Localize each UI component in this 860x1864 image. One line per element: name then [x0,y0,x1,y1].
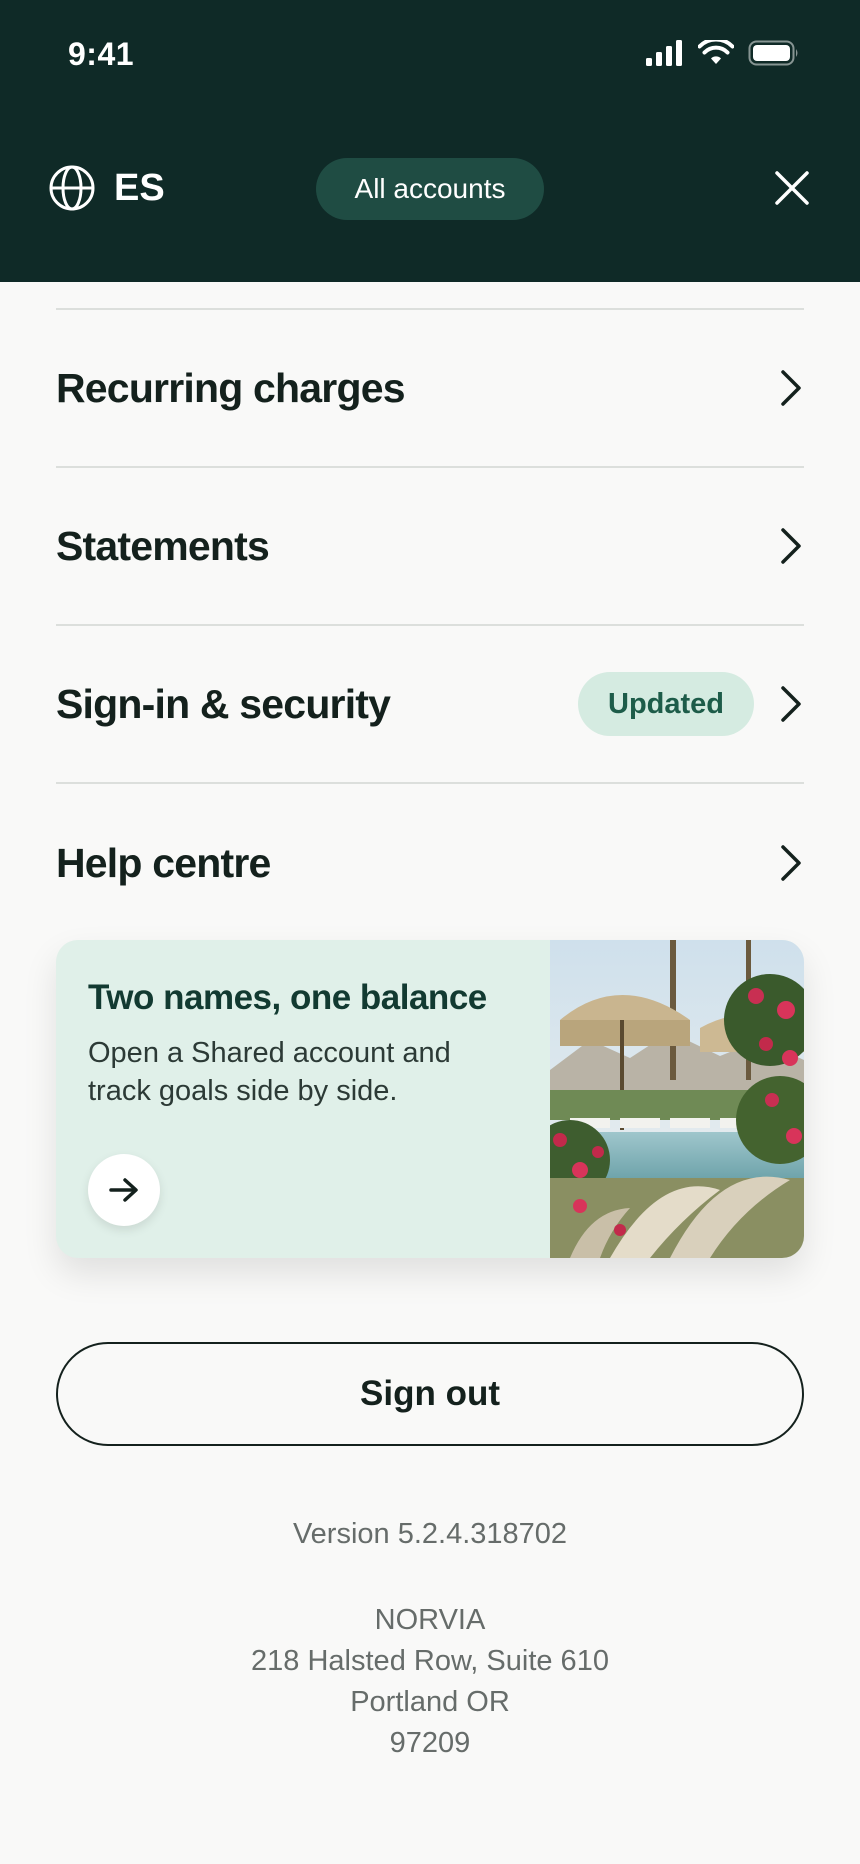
chevron-right-icon [778,843,804,883]
app-header: 9:41 ES All accounts [0,0,860,282]
chevron-right-icon [778,368,804,408]
address-line: 218 Halsted Row, Suite 610 [251,1645,609,1677]
language-code: ES [114,166,165,209]
sign-out-button[interactable]: Sign out [56,1342,804,1446]
menu-item-label: Sign-in & security [56,680,391,727]
updated-badge: Updated [578,672,754,736]
chevron-right-icon [778,684,804,724]
status-time: 9:41 [68,36,135,72]
app-version: Version 5.2.4.318702 [292,1518,568,1550]
promo-body: Open a Shared account and track goals si… [88,1037,451,1107]
menu-item-sign-in-security[interactable]: Sign-in & security Updated [56,626,804,784]
address-line: 97209 [389,1727,471,1759]
all-accounts-button[interactable]: All accounts [316,158,544,220]
menu-item-label: Help centre [56,839,271,886]
close-icon [775,171,809,205]
address-line: NORVIA [374,1604,486,1636]
menu-item-label: Statements [56,522,270,569]
close-button[interactable] [770,166,814,210]
language-selector[interactable]: ES [48,164,165,212]
signal-icon [646,40,682,66]
shared-account-promo-card[interactable]: Two names, one balance Open a Shared acc… [56,940,804,1258]
menu-item-label: Recurring charges [56,364,406,411]
promo-title: Two names, one balance [88,978,487,1017]
chevron-right-icon [778,526,804,566]
address-line: Portland OR [350,1686,510,1718]
battery-icon [748,40,798,66]
globe-icon [49,165,95,211]
status-icons [646,40,800,66]
arrow-right-icon [109,1178,138,1202]
promo-arrow-button[interactable] [88,1154,160,1226]
menu-item-statements[interactable]: Statements [56,468,804,626]
resort-pool-image [550,940,804,1258]
menu-item-recurring-charges[interactable]: Recurring charges [56,310,804,468]
wifi-icon [698,40,734,64]
company-address: NORVIA 218 Halsted Row, Suite 610 Portla… [0,1600,860,1764]
menu-item-help-centre[interactable]: Help centre [56,784,804,942]
